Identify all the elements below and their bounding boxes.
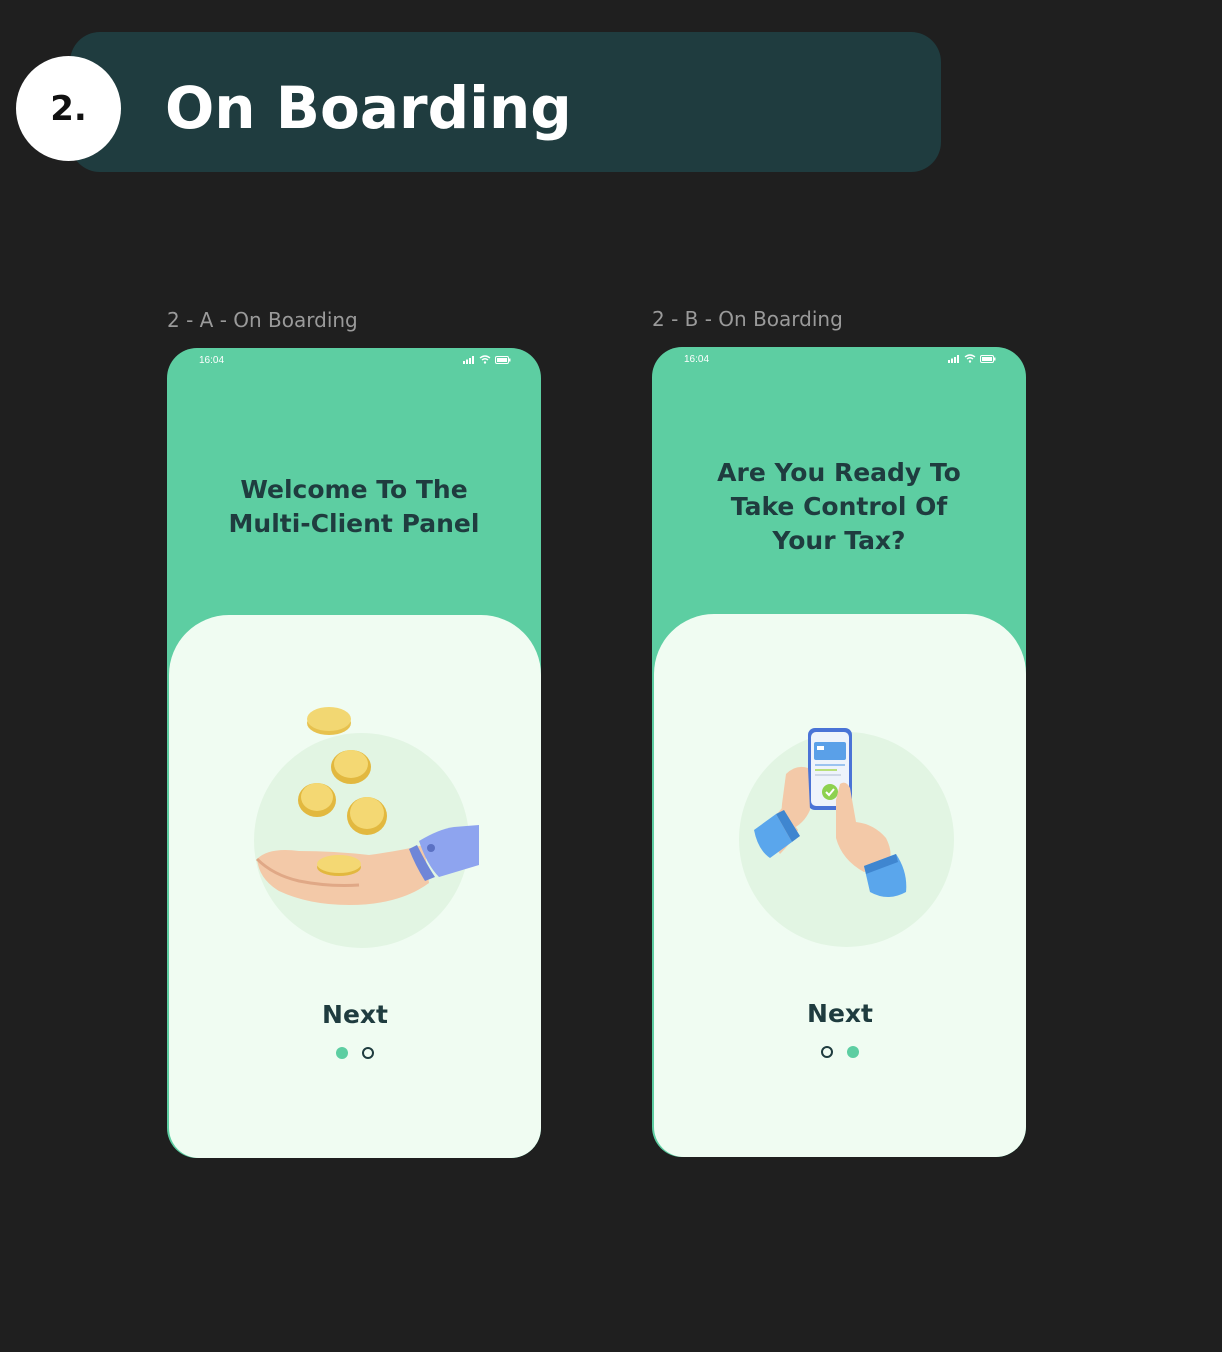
status-time: 16:04 <box>684 354 710 365</box>
battery-icon <box>495 355 511 364</box>
frame-label-a: 2 - A - On Boarding <box>167 308 358 332</box>
status-time: 16:04 <box>199 355 225 366</box>
pagination-dot-active[interactable] <box>847 1046 859 1058</box>
pagination-dot[interactable] <box>362 1047 374 1059</box>
wifi-icon <box>964 354 976 363</box>
battery-icon <box>980 354 996 363</box>
signal-icon <box>463 355 474 364</box>
section-number-badge: 2. <box>16 56 121 161</box>
pagination-dot[interactable] <box>821 1046 833 1058</box>
status-icons <box>463 355 511 364</box>
heading-line: Your Tax? <box>772 526 906 555</box>
content-card: Next <box>169 615 541 1158</box>
phone-frame-a: 16:04 Welcome To The Multi-Client Panel <box>167 348 541 1158</box>
heading-line: Are You Ready To <box>717 458 961 487</box>
pagination-dots <box>169 1047 541 1059</box>
next-button[interactable]: Next <box>654 997 1026 1031</box>
heading-line: Welcome To The <box>240 475 468 504</box>
frame-label-b: 2 - B - On Boarding <box>652 307 843 331</box>
status-icons <box>948 354 996 363</box>
hand-with-coins-icon <box>255 707 479 905</box>
wifi-icon <box>479 355 491 364</box>
phone-frame-b: 16:04 Are You Ready To Take Control Of Y… <box>652 347 1026 1157</box>
pagination-dot-active[interactable] <box>336 1047 348 1059</box>
hand-with-phone-icon <box>754 728 907 897</box>
section-title: On Boarding <box>165 74 572 142</box>
next-button[interactable]: Next <box>169 998 541 1032</box>
heading-line: Multi-Client Panel <box>228 509 480 538</box>
onboarding-heading: Welcome To The Multi-Client Panel <box>167 473 541 541</box>
pagination-dots <box>654 1046 1026 1058</box>
onboarding-heading: Are You Ready To Take Control Of Your Ta… <box>652 456 1026 558</box>
heading-line: Take Control Of <box>730 492 948 521</box>
content-card: Next <box>654 614 1026 1157</box>
signal-icon <box>948 354 959 363</box>
